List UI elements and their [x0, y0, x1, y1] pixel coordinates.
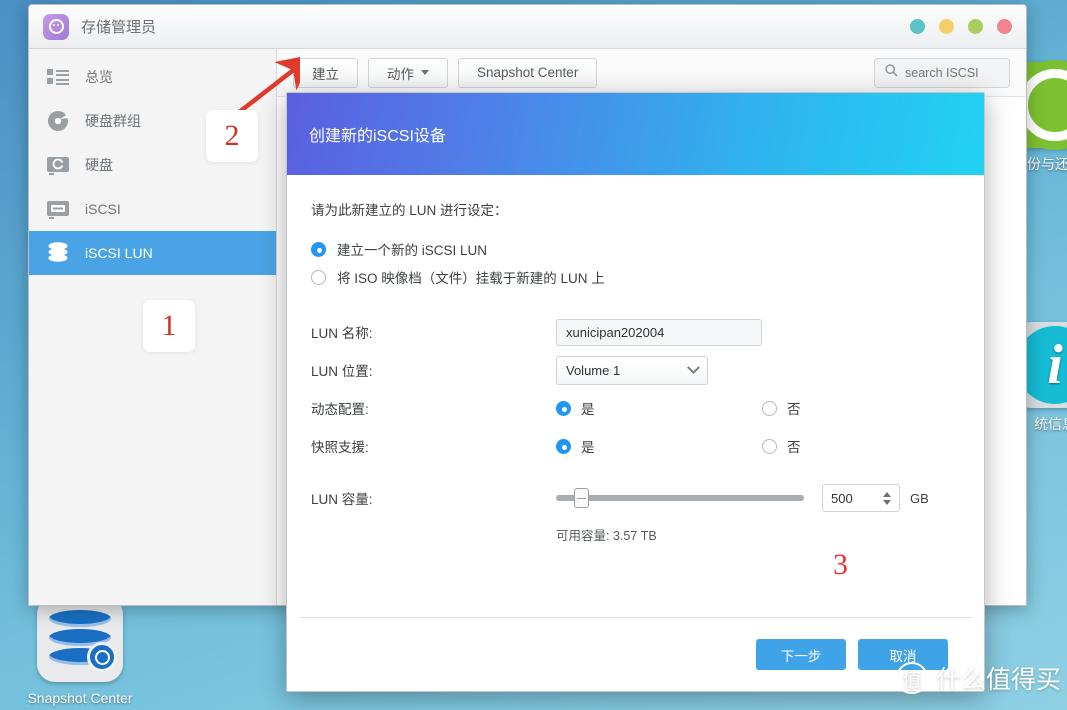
radio-snapshot-support-yes[interactable] [556, 438, 571, 454]
sidebar-item-overview[interactable]: 总览 [29, 55, 276, 99]
thin-provision-label: 动态配置: [311, 402, 369, 417]
dialog-body: 请为此新建立的 LUN 进行设定： 建立一个新的 iSCSI LUN 将 ISO… [287, 175, 984, 617]
sidebar-item-iscsi-lun[interactable]: iSCSI LUN [29, 231, 276, 275]
radio-thin-provision-no[interactable] [762, 400, 777, 416]
watermark-text: 什么值得买 [935, 666, 1061, 694]
create-iscsi-dialog: 创建新的iSCSI设备 请为此新建立的 LUN 进行设定： 建立一个新的 iSC… [286, 92, 985, 692]
capacity-value: 500 [831, 490, 853, 506]
overview-icon [45, 66, 71, 88]
sidebar-item-label: 硬盘群组 [85, 113, 141, 129]
annotation-step-3: 3 [833, 548, 848, 581]
create-button-label: 建立 [312, 66, 339, 82]
snapshot-center-button-label: Snapshot Center [477, 65, 579, 80]
iscsi-icon [45, 198, 71, 220]
lun-location-select[interactable]: Volume 1 [556, 355, 708, 385]
disk-group-icon [45, 110, 71, 132]
snapshot-support-yes-label: 是 [581, 440, 595, 455]
action-button-label: 动作 [387, 66, 414, 82]
window-titlebar: 存储管理员 [29, 5, 1026, 49]
watermark-mark: 值 [895, 662, 928, 694]
stepper-up-icon[interactable] [883, 491, 891, 497]
capacity-unit: GB [910, 490, 929, 506]
search-box[interactable] [874, 57, 1010, 88]
sidebar-item-label: iSCSI LUN [85, 245, 153, 261]
field-lun-capacity: LUN 容量: 500 GB [311, 479, 960, 517]
option-mount-iso-label: 将 ISO 映像档（文件）挂载于新建的 LUN 上 [337, 271, 605, 286]
capacity-label: LUN 容量: [311, 492, 373, 507]
stepper-arrows[interactable] [883, 491, 891, 505]
field-thin-provision: 动态配置: 是 否 [311, 389, 960, 427]
thin-provision-no-option[interactable]: 否 [762, 398, 801, 418]
dialog-header: 创建新的iSCSI设备 [287, 93, 984, 175]
lun-location-label: LUN 位置: [311, 364, 373, 379]
sidebar-item-label: 总览 [85, 69, 113, 85]
thin-provision-yes-option[interactable]: 是 [556, 398, 762, 418]
desktop-icon-snapshot-center[interactable]: Snapshot Center [20, 596, 140, 708]
snapshot-center-icon [37, 596, 123, 682]
radio-new-lun[interactable] [311, 241, 326, 257]
dialog-footer: 下一步 取消 [299, 617, 972, 691]
option-new-lun[interactable]: 建立一个新的 iSCSI LUN [287, 235, 984, 263]
lun-name-input[interactable] [556, 318, 762, 346]
dialog-intro-text: 请为此新建立的 LUN 进行设定： [311, 203, 508, 218]
action-dropdown-button[interactable]: 动作 [368, 57, 448, 88]
minimize-button[interactable] [910, 19, 925, 34]
thin-provision-no-label: 否 [787, 402, 801, 417]
desktop-icon-label: Snapshot Center [27, 690, 133, 706]
field-lun-name: LUN 名称: [311, 313, 960, 351]
window-title: 存储管理员 [81, 19, 157, 36]
capacity-stepper[interactable]: 500 [822, 484, 900, 512]
maximize-button[interactable] [968, 19, 983, 34]
thin-provision-yes-label: 是 [581, 402, 595, 417]
capacity-slider[interactable] [556, 488, 804, 508]
option-mount-iso[interactable]: 将 ISO 映像档（文件）挂载于新建的 LUN 上 [287, 263, 984, 291]
close-button[interactable] [997, 19, 1012, 34]
sidebar-item-iscsi[interactable]: iSCSI [29, 187, 276, 231]
lun-name-label: LUN 名称: [311, 326, 373, 341]
snapshot-support-no-option[interactable]: 否 [762, 436, 801, 456]
chevron-down-icon [687, 360, 700, 374]
snapshot-support-no-label: 否 [787, 440, 801, 455]
capacity-slider-handle[interactable] [573, 488, 589, 508]
snapshot-support-yes-option[interactable]: 是 [556, 436, 762, 456]
sidebar-item-label: 硬盘 [85, 157, 113, 173]
restore-button[interactable] [939, 19, 954, 34]
radio-snapshot-support-no[interactable] [762, 438, 777, 454]
snapshot-center-button[interactable]: Snapshot Center [458, 57, 598, 88]
field-snapshot-support: 快照支援: 是 否 [311, 427, 960, 465]
iscsi-lun-icon [45, 242, 71, 264]
radio-mount-iso[interactable] [311, 269, 326, 285]
search-icon [885, 63, 898, 82]
radio-thin-provision-yes[interactable] [556, 400, 571, 416]
annotation-step-1: 1 [143, 300, 195, 352]
storage-manager-icon [43, 13, 69, 40]
stepper-down-icon[interactable] [883, 499, 891, 505]
disk-icon [45, 154, 71, 176]
field-lun-location: LUN 位置: Volume 1 [311, 351, 960, 389]
dialog-title: 创建新的iSCSI设备 [309, 128, 446, 145]
sidebar-item-label: iSCSI [85, 201, 121, 217]
toolbar: 建立 动作 Snapshot Center [277, 49, 1026, 97]
chevron-down-icon [421, 70, 429, 75]
next-button[interactable]: 下一步 [756, 639, 846, 670]
search-input[interactable] [905, 65, 999, 80]
available-capacity-text: 可用容量: 3.57 TB [556, 529, 657, 543]
option-new-lun-label: 建立一个新的 iSCSI LUN [337, 243, 488, 258]
snapshot-support-label: 快照支援: [311, 440, 369, 455]
create-button[interactable]: 建立 [293, 57, 358, 88]
lun-form: LUN 名称: LUN 位置: Volume 1 动态配置: 是 否 [287, 313, 984, 544]
lun-location-value: Volume 1 [566, 362, 621, 378]
annotation-step-2: 2 [206, 110, 258, 162]
window-controls [910, 19, 1012, 34]
capacity-slider-wrap: 500 GB [556, 484, 929, 512]
watermark: 值 什么值得买 [895, 660, 1061, 696]
